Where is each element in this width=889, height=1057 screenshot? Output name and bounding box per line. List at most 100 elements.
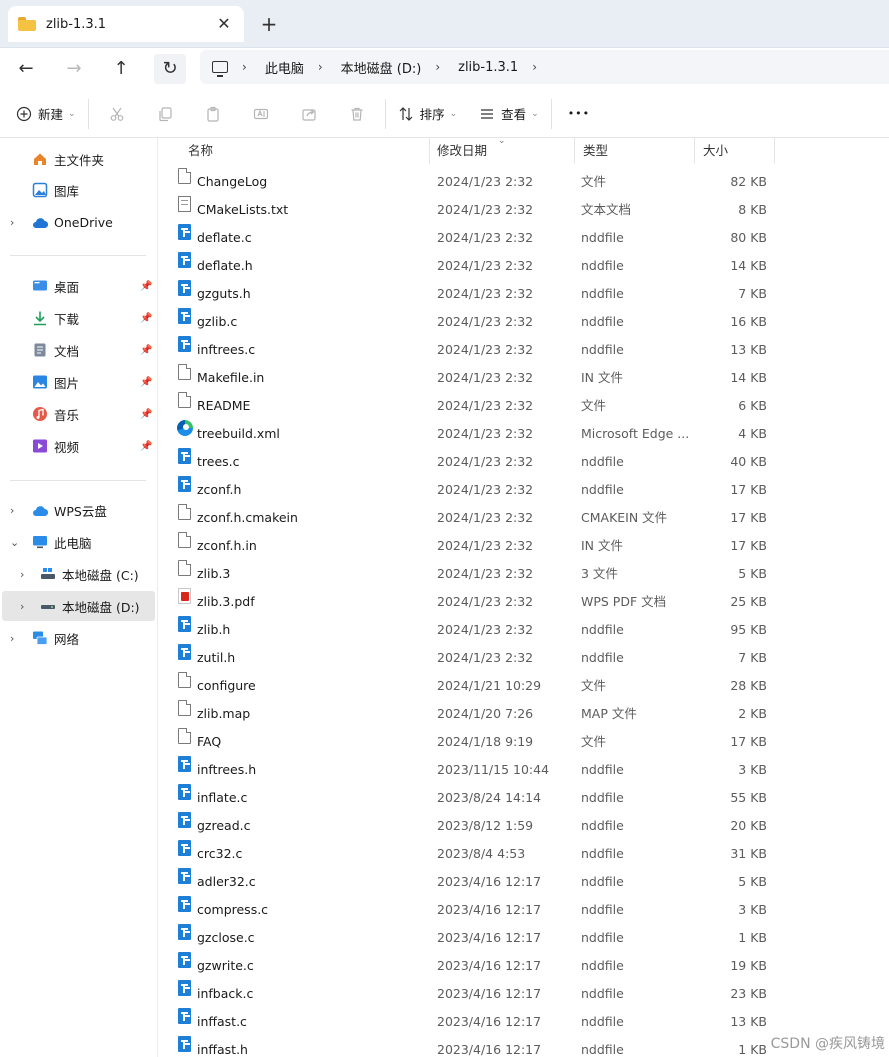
breadcrumb-separator: ›	[242, 60, 247, 74]
chevron-right-icon[interactable]: ›	[10, 632, 14, 645]
share-button[interactable]	[285, 98, 333, 130]
file-row[interactable]: zlib.map 2024/1/20 7:26 MAP 文件 2 KB	[158, 700, 889, 728]
file-row[interactable]: gzlib.c 2024/1/23 2:32 nddfile 16 KB	[158, 308, 889, 336]
breadcrumb-drive-d[interactable]: 本地磁盘 (D:)	[341, 58, 422, 77]
file-row[interactable]: zlib.3 2024/1/23 2:32 3 文件 5 KB	[158, 560, 889, 588]
sidebar-item-documents[interactable]: 文档 📌	[0, 335, 156, 365]
forward-button[interactable]: →	[58, 54, 90, 84]
file-row[interactable]: configure 2024/1/21 10:29 文件 28 KB	[158, 672, 889, 700]
file-date: 2024/1/23 2:32	[437, 482, 534, 497]
delete-button[interactable]	[333, 98, 381, 130]
chevron-down-icon[interactable]: ⌄	[10, 536, 19, 549]
file-row[interactable]: zconf.h.in 2024/1/23 2:32 IN 文件 17 KB	[158, 532, 889, 560]
file-row[interactable]: trees.c 2024/1/23 2:32 nddfile 40 KB	[158, 448, 889, 476]
file-row[interactable]: treebuild.xml 2024/1/23 2:32 Microsoft Edg…	[158, 420, 889, 448]
file-row[interactable]: compress.c 2023/4/16 12:17 nddfile 3 KB	[158, 896, 889, 924]
sidebar-item-pictures[interactable]: 图片 📌	[0, 367, 156, 397]
file-row[interactable]: zlib.3.pdf 2024/1/23 2:32 WPS PDF 文档 25 KB	[158, 588, 889, 616]
column-header-type[interactable]: 类型	[575, 138, 695, 164]
sidebar-item-music[interactable]: 音乐 📌	[0, 399, 156, 429]
file-row[interactable]: Makefile.in 2024/1/23 2:32 IN 文件 14 KB	[158, 364, 889, 392]
sort-button[interactable]: 排序 ⌄	[390, 98, 466, 130]
file-name: README	[197, 398, 251, 413]
new-button[interactable]: 新建 ⌄	[8, 98, 84, 130]
sidebar-item-downloads[interactable]: 下载 📌	[0, 303, 156, 333]
sidebar-item-desktop[interactable]: 桌面 📌	[0, 271, 156, 301]
cut-button[interactable]	[93, 98, 141, 130]
file-row[interactable]: zutil.h 2024/1/23 2:32 nddfile 7 KB	[158, 644, 889, 672]
file-name: compress.c	[197, 902, 269, 917]
file-row[interactable]: infback.c 2023/4/16 12:17 nddfile 23 KB	[158, 980, 889, 1008]
ndd-file-icon	[178, 476, 191, 492]
column-header-name[interactable]: 名称	[180, 138, 430, 164]
file-row[interactable]: gzclose.c 2023/4/16 12:17 nddfile 1 KB	[158, 924, 889, 952]
file-type: nddfile	[581, 650, 624, 665]
pin-icon[interactable]: 📌	[140, 441, 152, 452]
breadcrumb-this-pc[interactable]: 此电脑	[265, 58, 304, 77]
ndd-file-icon	[178, 336, 191, 352]
file-row[interactable]: inftrees.h 2023/11/15 10:44 nddfile 3 KB	[158, 756, 889, 784]
sidebar-item-drive-d[interactable]: › 本地磁盘 (D:)	[2, 591, 155, 621]
chevron-right-icon[interactable]: ›	[20, 600, 24, 613]
file-row[interactable]: zconf.h.cmakein 2024/1/23 2:32 CMAKEIN 文件 1…	[158, 504, 889, 532]
file-row[interactable]: FAQ 2024/1/18 9:19 文件 17 KB	[158, 728, 889, 756]
file-row[interactable]: inftrees.c 2024/1/23 2:32 nddfile 13 KB	[158, 336, 889, 364]
view-button[interactable]: 查看 ⌄	[471, 98, 547, 130]
file-row[interactable]: gzwrite.c 2023/4/16 12:17 nddfile 19 KB	[158, 952, 889, 980]
file-row[interactable]: inffast.c 2023/4/16 12:17 nddfile 13 KB	[158, 1008, 889, 1036]
file-row[interactable]: deflate.c 2024/1/23 2:32 nddfile 80 KB	[158, 224, 889, 252]
sidebar-item-network[interactable]: › 网络	[0, 623, 156, 653]
sidebar-item-gallery[interactable]: 图库	[0, 175, 156, 205]
file-name: inffast.c	[197, 1014, 247, 1029]
copy-button[interactable]	[141, 98, 189, 130]
ndd-file-icon	[178, 252, 191, 268]
file-row[interactable]: README 2024/1/23 2:32 文件 6 KB	[158, 392, 889, 420]
chevron-right-icon[interactable]: ›	[10, 216, 14, 229]
new-tab-button[interactable]: +	[258, 13, 280, 35]
file-date: 2023/4/16 12:17	[437, 1014, 542, 1029]
chevron-right-icon[interactable]: ›	[10, 504, 14, 517]
rename-button[interactable]	[237, 98, 285, 130]
column-header-date[interactable]: 修改日期	[429, 138, 575, 164]
sidebar-item-videos[interactable]: 视频 📌	[0, 431, 156, 461]
computer-icon	[212, 61, 228, 77]
sidebar-item-wps-cloud[interactable]: › WPS云盘	[0, 495, 156, 525]
tab-zlib[interactable]: zlib-1.3.1 ✕	[8, 6, 244, 42]
sidebar-item-home[interactable]: 主文件夹	[0, 144, 156, 174]
file-row[interactable]: zlib.h 2024/1/23 2:32 nddfile 95 KB	[158, 616, 889, 644]
address-bar[interactable]: › 此电脑 › 本地磁盘 (D:) › zlib-1.3.1 ›	[200, 50, 889, 84]
file-row[interactable]: gzread.c 2023/8/12 1:59 nddfile 20 KB	[158, 812, 889, 840]
ndd-file-icon	[178, 308, 191, 324]
file-row[interactable]: ChangeLog 2024/1/23 2:32 文件 82 KB	[158, 168, 889, 196]
pin-icon[interactable]: 📌	[140, 345, 152, 356]
file-row[interactable]: crc32.c 2023/8/4 4:53 nddfile 31 KB	[158, 840, 889, 868]
back-button[interactable]: ←	[10, 54, 42, 84]
file-row[interactable]: gzguts.h 2024/1/23 2:32 nddfile 7 KB	[158, 280, 889, 308]
pin-icon[interactable]: 📌	[140, 409, 152, 420]
sidebar-item-this-pc[interactable]: ⌄ 此电脑	[0, 527, 156, 557]
ndd-file-icon	[178, 224, 191, 240]
file-row[interactable]: deflate.h 2024/1/23 2:32 nddfile 14 KB	[158, 252, 889, 280]
pin-icon[interactable]: 📌	[140, 313, 152, 324]
address-row: ← → ↑ ↻ › 此电脑 › 本地磁盘 (D:) › zlib-1.3.1 ›	[0, 48, 889, 90]
sidebar-item-drive-c[interactable]: › 本地磁盘 (C:)	[0, 559, 156, 589]
column-header-size[interactable]: 大小	[695, 138, 775, 164]
paste-button[interactable]	[189, 98, 237, 130]
sidebar-item-onedrive[interactable]: › OneDrive	[0, 207, 156, 237]
more-options-button[interactable]: •••	[560, 98, 598, 130]
up-button[interactable]: ↑	[105, 54, 137, 84]
breadcrumb-zlib[interactable]: zlib-1.3.1	[458, 60, 518, 75]
pin-icon[interactable]: 📌	[140, 281, 152, 292]
navigation-pane: 主文件夹 图库 › OneDrive 桌面 📌 下载 📌 文档 📌 图片 📌 音…	[0, 138, 158, 1057]
file-row[interactable]: inflate.c 2023/8/24 14:14 nddfile 55 KB	[158, 784, 889, 812]
refresh-button[interactable]: ↻	[154, 54, 186, 84]
chevron-right-icon[interactable]: ›	[20, 568, 24, 581]
file-row[interactable]: adler32.c 2023/4/16 12:17 nddfile 5 KB	[158, 868, 889, 896]
file-row[interactable]: zconf.h 2024/1/23 2:32 nddfile 17 KB	[158, 476, 889, 504]
close-tab-icon[interactable]: ✕	[214, 14, 234, 34]
file-size: 7 KB	[738, 650, 767, 665]
file-row[interactable]: CMakeLists.txt 2024/1/23 2:32 文本文档 8 KB	[158, 196, 889, 224]
file-name: zconf.h.in	[197, 538, 257, 553]
rename-icon	[253, 108, 268, 119]
pin-icon[interactable]: 📌	[140, 377, 152, 388]
